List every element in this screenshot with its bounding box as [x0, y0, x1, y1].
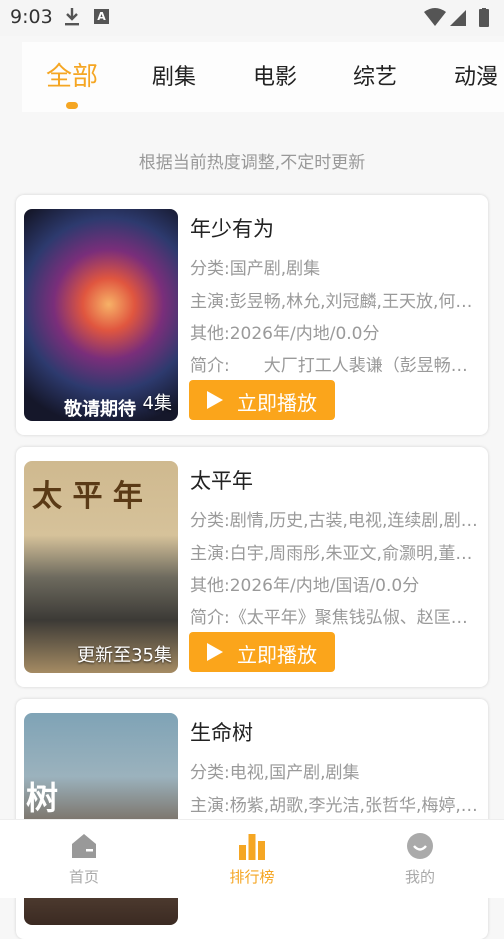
tab-all[interactable]: 全部: [46, 56, 98, 93]
tab-variety[interactable]: 综艺: [353, 59, 397, 91]
poster-image[interactable]: 敬请期待 4集: [24, 209, 178, 421]
play-icon: [207, 391, 223, 409]
nav-ranking-label: 排行榜: [229, 868, 275, 886]
card-intro: 简介: 大厂打工人裴谦（彭昱畅…: [190, 356, 468, 376]
card-other: 其他:2026年/内地/国语/0.0分: [190, 576, 420, 596]
profile-icon: [407, 833, 433, 859]
play-button-label: 立即播放: [237, 391, 317, 415]
episode-badge: 更新至35集: [77, 645, 172, 666]
play-button-label: 立即播放: [237, 643, 317, 667]
home-icon: [72, 834, 96, 858]
card-intro: 简介:《太平年》聚焦钱弘俶、赵匡…: [190, 608, 468, 628]
play-now-button[interactable]: 立即播放: [189, 632, 335, 672]
card-title[interactable]: 年少有为: [190, 213, 274, 243]
ranking-card[interactable]: 敬请期待 4集 年少有为 分类:国产剧,剧集 主演:彭昱畅,林允,刘冠麟,王天放…: [16, 195, 488, 435]
category-tabs: 全部 剧集 电影 综艺 动漫: [22, 42, 504, 112]
poster-caption: 敬请期待: [64, 399, 136, 420]
card-cast: 主演:彭昱畅,林允,刘冠麟,王天放,何…: [190, 292, 473, 312]
keyboard-a-icon: A: [94, 9, 109, 24]
card-cast: 主演:白宇,周雨彤,朱亚文,俞灏明,董…: [190, 544, 473, 564]
card-category: 分类:国产剧,剧集: [190, 259, 321, 279]
active-tab-indicator: [66, 102, 78, 109]
episode-badge: 4集: [142, 393, 172, 414]
tab-series[interactable]: 剧集: [152, 59, 196, 91]
tab-movies[interactable]: 电影: [253, 59, 297, 91]
bottom-navigation: 首页 排行榜 我的: [0, 819, 504, 898]
card-title[interactable]: 太平年: [190, 465, 253, 495]
card-cast: 主演:杨紫,胡歌,李光洁,张哲华,梅婷,…: [190, 796, 478, 816]
card-title[interactable]: 生命树: [190, 717, 253, 747]
play-now-button[interactable]: 立即播放: [189, 380, 335, 420]
status-bar: 9:03 A: [0, 0, 504, 36]
poster-caption: 树: [26, 779, 59, 817]
nav-home[interactable]: 首页: [44, 820, 124, 898]
play-icon: [207, 643, 223, 661]
nav-profile-label: 我的: [404, 868, 435, 886]
nav-profile[interactable]: 我的: [380, 820, 460, 898]
status-time: 9:03: [10, 6, 53, 28]
tab-anime[interactable]: 动漫: [454, 59, 498, 91]
chart-icon: [239, 834, 265, 860]
ranking-card[interactable]: 太 平 年 更新至35集 太平年 分类:剧情,历史,古装,电视,连续剧,剧… 主…: [16, 447, 488, 687]
ranking-hint: 根据当前热度调整,不定时更新: [138, 153, 366, 173]
card-category: 分类:剧情,历史,古装,电视,连续剧,剧…: [190, 511, 478, 531]
poster-caption: 太 平 年: [32, 479, 143, 514]
signal-battery-icons: [424, 8, 489, 27]
nav-home-label: 首页: [68, 868, 99, 886]
card-other: 其他:2026年/内地/0.0分: [190, 324, 380, 344]
nav-ranking[interactable]: 排行榜: [212, 820, 292, 898]
poster-image[interactable]: 太 平 年 更新至35集: [24, 461, 178, 673]
card-category: 分类:电视,国产剧,剧集: [190, 763, 360, 783]
download-icon: [65, 8, 79, 26]
